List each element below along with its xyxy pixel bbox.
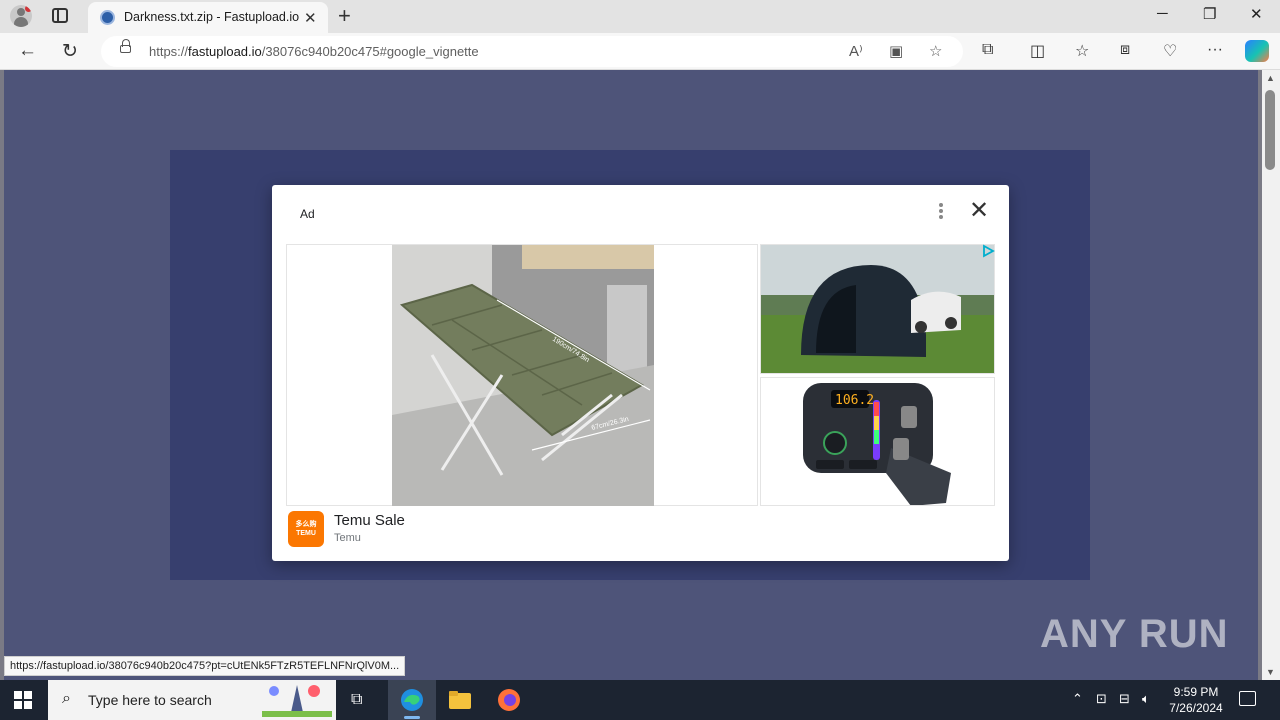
meet-now-icon[interactable]: ⊡ [1096,691,1107,707]
scroll-up-icon[interactable]: ▲ [1266,73,1275,83]
favorites-icon[interactable]: ☆ [1075,41,1089,61]
windows-start-icon[interactable] [14,691,32,709]
browser-essentials-icon[interactable]: ♡ [1163,41,1177,61]
network-icon[interactable]: ⊟ [1119,691,1130,707]
collections-icon[interactable]: ⧈ [1120,41,1130,59]
back-icon[interactable]: ← [18,40,37,62]
more-menu-icon[interactable]: ··· [1207,41,1223,59]
tab-strip: Darkness.txt.zip - Fastupload.io ✕ + ─ ❐… [0,0,1280,33]
temu-logo[interactable]: 多么购 TEMU [288,511,324,547]
anyrun-watermark: ANY RUN [1040,612,1229,656]
fm-transmitter-image[interactable]: 106.2 [760,377,995,506]
show-hidden-icons-icon[interactable]: ⌃ [1072,691,1083,707]
lock-icon[interactable] [120,39,131,53]
browser-toolbar: ← ↻ https://fastupload.io/38076c940b20c4… [0,33,1280,70]
advertiser-sub[interactable]: Temu [334,532,361,544]
ad-options-icon[interactable] [938,203,944,223]
url-text[interactable]: https://fastupload.io/38076c940b20c475#g… [149,44,479,59]
clock-time: 9:59 PM [1173,685,1219,699]
page-scrollbar[interactable]: ▲ ▼ [1262,70,1280,680]
car-tent-image[interactable] [760,244,995,374]
immersive-reader-icon[interactable]: ▣ [889,42,903,60]
minimize-button[interactable]: ─ [1157,5,1168,22]
refresh-icon[interactable]: ↻ [62,40,78,63]
adchoices-icon[interactable] [981,244,995,258]
restore-button[interactable]: ❐ [1203,5,1216,23]
address-bar[interactable]: https://fastupload.io/38076c940b20c475#g… [101,36,963,67]
close-window-button[interactable]: ✕ [1250,5,1263,23]
search-highlight-eiffel-icon [262,685,332,717]
ad-main-image[interactable]: 190cm/74.8in 67cm/26.3in [286,244,758,506]
copilot-icon[interactable] [1245,40,1269,62]
tab-active[interactable]: Darkness.txt.zip - Fastupload.io ✕ [88,2,328,33]
scroll-down-icon[interactable]: ▼ [1266,667,1275,677]
volume-icon[interactable]: 🔈︎ [1142,691,1150,707]
read-aloud-icon[interactable]: A⁾ [849,42,863,60]
clock-date: 7/26/2024 [1169,701,1223,715]
transmitter-screen-text: 106.2 [835,393,874,408]
status-link-preview: https://fastupload.io/38076c940b20c475?p… [4,656,406,676]
windows-taskbar: ⌕ Type here to search ⧉ ⌃ ⊡ ⊟ 🔈︎ 9:59 PM… [0,680,1280,720]
taskbar-clock[interactable]: 9:59 PM 7/26/2024 [1160,684,1232,716]
taskbar-search-box[interactable]: ⌕ Type here to search [48,680,336,720]
firefox-icon[interactable] [497,688,521,712]
notification-center-icon[interactable] [1239,691,1256,706]
tab-actions-icon[interactable] [52,8,68,23]
ad-label: Ad [300,207,315,221]
edge-icon [401,689,423,711]
profile-icon[interactable] [10,5,32,27]
scroll-thumb[interactable] [1265,90,1275,170]
search-placeholder: Type here to search [88,692,212,708]
edge-taskbar-button[interactable] [388,680,436,720]
folding-cot-image[interactable]: 190cm/74.8in 67cm/26.3in [392,245,654,506]
advertiser-name[interactable]: Temu Sale [334,512,405,529]
ad-close-button[interactable]: ✕ [969,199,989,223]
tab-title: Darkness.txt.zip - Fastupload.io [124,10,300,24]
task-view-icon[interactable]: ⧉ [351,691,362,709]
new-tab-button[interactable]: + [338,3,351,29]
google-vignette-ad[interactable]: Ad ✕ 190cm/74.8in 67cm/26.3in 106.2 多么购 … [272,185,1009,561]
split-screen-icon[interactable]: ◫ [1030,41,1045,61]
extensions-icon[interactable]: ⧉ [982,41,993,59]
favorite-star-icon[interactable]: ☆ [929,42,942,60]
tab-close-icon[interactable]: ✕ [304,9,317,27]
search-icon: ⌕ [62,690,71,707]
fastupload-favicon-icon [100,10,115,25]
file-explorer-icon[interactable] [448,688,472,712]
